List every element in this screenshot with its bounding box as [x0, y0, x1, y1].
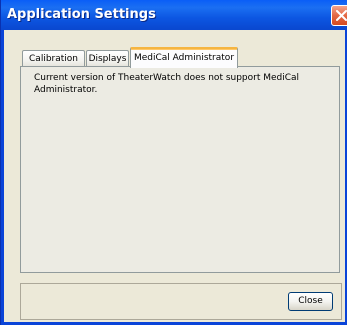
dialog-body: Calibration Displays MediCal Administrat…: [4, 30, 345, 322]
tab-displays-label: Displays: [88, 54, 127, 64]
close-icon: [336, 10, 347, 21]
title-bar[interactable]: Application Settings: [1, 0, 347, 30]
tab-calibration[interactable]: Calibration: [22, 50, 85, 67]
tab-calibration-label: Calibration: [29, 54, 78, 64]
application-settings-window: Application Settings Calibration Display…: [0, 0, 347, 325]
tab-panel-medical-administrator: Current version of TheaterWatch does not…: [20, 66, 340, 273]
close-button-label: Close: [298, 296, 323, 306]
tab-medical-administrator-label: MediCal Administrator: [133, 53, 235, 63]
unsupported-message: Current version of TheaterWatch does not…: [34, 73, 300, 95]
tab-medical-administrator[interactable]: MediCal Administrator: [130, 47, 238, 68]
tab-displays[interactable]: Displays: [86, 50, 129, 67]
window-title: Application Settings: [7, 7, 156, 22]
window-close-button[interactable]: [331, 5, 347, 26]
close-button[interactable]: Close: [288, 292, 333, 311]
